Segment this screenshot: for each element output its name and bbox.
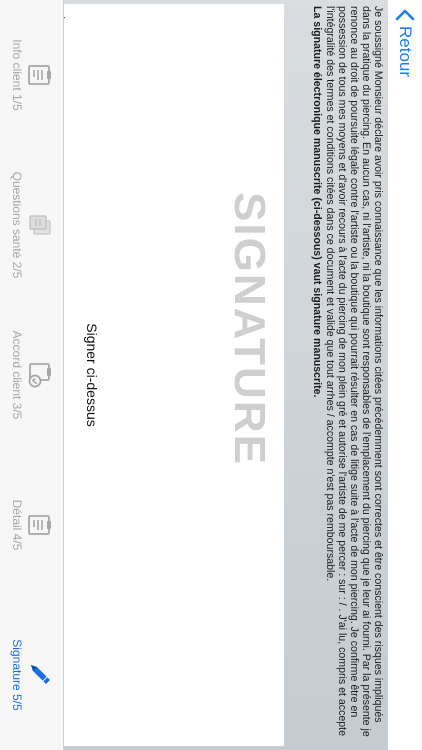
tab-detail[interactable]: Détail 4/5 xyxy=(0,450,63,600)
tab-label: Accord client 3/5 xyxy=(10,330,24,420)
signature-pad[interactable]: SIGNATURE Signer ci-dessus xyxy=(55,4,284,746)
tab-bar: Info client 1/5 Questions santé 2/5 Acco… xyxy=(0,0,64,750)
clipboard-check-icon xyxy=(28,363,51,388)
contract-emphasis: La signature électronique manuscrite (ci… xyxy=(310,6,323,398)
tab-info-client[interactable]: Info client 1/5 xyxy=(0,0,63,150)
tab-questions-sante[interactable]: Questions santé 2/5 xyxy=(0,150,63,300)
chevron-left-icon xyxy=(395,9,415,21)
tab-label: Détail 4/5 xyxy=(10,499,24,551)
contract-body: Je soussigné Monsieur déclare avoir pris… xyxy=(323,6,384,737)
landscape-screen: Retour Je soussigné Monsieur déclare avo… xyxy=(0,0,422,750)
pen-icon xyxy=(31,665,50,684)
back-label: Retour xyxy=(396,26,415,78)
clipboard-icon xyxy=(28,65,51,85)
documents-icon xyxy=(29,215,51,235)
tab-label: Questions santé 2/5 xyxy=(10,171,24,279)
signature-watermark: SIGNATURE xyxy=(225,192,274,466)
tab-label: Info client 1/5 xyxy=(10,39,24,111)
tab-accord-client[interactable]: Accord client 3/5 xyxy=(0,300,63,450)
contract-text: Je soussigné Monsieur déclare avoir pris… xyxy=(310,6,384,744)
back-button[interactable]: Retour xyxy=(392,8,418,77)
tab-label: Signature 5/5 xyxy=(10,639,24,711)
clipboard-icon xyxy=(28,515,51,535)
tab-signature[interactable]: Signature 5/5 xyxy=(0,600,63,750)
document-area: Je soussigné Monsieur déclare avoir pris… xyxy=(55,0,388,750)
navigation-bar: Retour xyxy=(390,0,422,750)
sign-prompt: Signer ci-dessus xyxy=(84,323,100,427)
